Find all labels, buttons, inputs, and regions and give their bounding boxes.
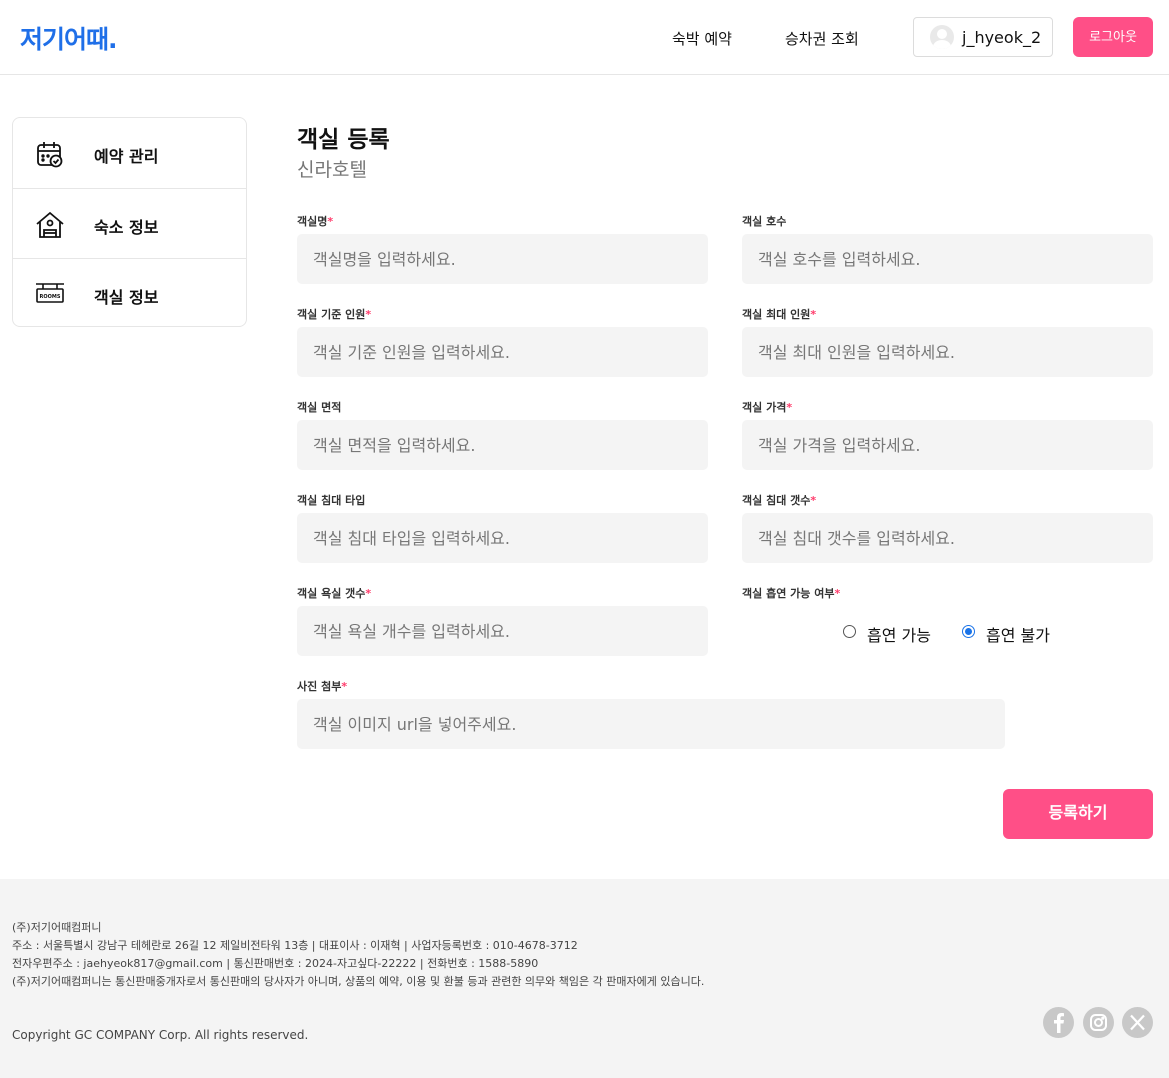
sidebar-item-lodging-info[interactable]: 숙소 정보 [13,188,246,258]
footer-address: 주소 : 서울특별시 강남구 테헤란로 26길 12 제일비전타워 13층 | … [12,939,578,952]
footer-company: (주)저기어때컴퍼니 [12,921,102,934]
register-button[interactable]: 등록하기 [1003,789,1153,839]
sidebar-item-label: 객실 정보 [94,288,159,307]
room-number-input[interactable] [742,234,1153,284]
sidebar-item-reservations[interactable]: 예약 관리 [13,118,246,188]
room-name-label: 객실명* [297,215,334,228]
room-name-input[interactable] [297,234,708,284]
smoking-label: 객실 흡연 가능 여부* [742,587,841,600]
radio-label: 흡연 가능 [867,626,931,645]
calendar-check-icon [35,139,65,169]
facebook-icon[interactable] [1043,1007,1074,1038]
radio-label: 흡연 불가 [986,626,1050,645]
user-profile-button[interactable]: j_hyeok_2 [913,17,1053,57]
hotel-name: 신라호텔 [297,159,367,181]
photo-label: 사진 첨부* [297,680,348,693]
house-icon [35,210,65,240]
username: j_hyeok_2 [962,28,1042,47]
x-icon[interactable] [1122,1007,1153,1038]
bath-count-label: 객실 욕실 갯수* [297,587,372,600]
footer-disclaimer: (주)저기어때컴퍼니는 통신판매중개자로서 통신판매의 당사자가 아니며, 상품… [12,975,705,988]
radio-button-selected[interactable] [962,625,975,638]
area-input[interactable] [297,420,708,470]
sidebar-item-room-info[interactable]: ROOMS 객실 정보 [13,258,246,328]
smoking-not-allowed-radio[interactable]: 흡연 불가 [962,622,1062,645]
instagram-icon[interactable] [1083,1007,1114,1038]
bed-type-input[interactable] [297,513,708,563]
avatar-icon [930,25,954,49]
svg-text:ROOMS: ROOMS [40,294,61,300]
base-guests-label: 객실 기준 인원* [297,308,372,321]
nav-hotel-reservation[interactable]: 숙박 예약 [672,28,732,49]
footer-contact: 전자우편주소 : jaehyeok817@gmail.com | 통신판매번호 … [12,957,539,970]
sidebar-item-label: 예약 관리 [94,147,159,166]
nav-ticket-lookup[interactable]: 승차권 조회 [785,28,859,49]
rooms-sign-icon: ROOMS [35,280,65,310]
max-guests-input[interactable] [742,327,1153,377]
bath-count-input[interactable] [297,606,708,656]
max-guests-label: 객실 최대 인원* [742,308,817,321]
sidebar-item-label: 숙소 정보 [94,218,159,237]
page-title: 객실 등록 [297,127,390,153]
bed-count-input[interactable] [742,513,1153,563]
room-number-label: 객실 호수 [742,215,787,228]
price-label: 객실 가격* [742,401,793,414]
footer: (주)저기어때컴퍼니 주소 : 서울특별시 강남구 테헤란로 26길 12 제일… [0,879,1169,1078]
footer-copyright: Copyright GC COMPANY Corp. All rights re… [12,1028,309,1042]
sidebar: 예약 관리 숙소 정보 ROOMS 객실 정보 [12,117,247,327]
area-label: 객실 면적 [297,401,342,414]
bed-type-label: 객실 침대 타입 [297,494,366,507]
photo-url-input[interactable] [297,699,1005,749]
logout-button[interactable]: 로그아웃 [1073,17,1153,57]
radio-button[interactable] [843,625,856,638]
base-guests-input[interactable] [297,327,708,377]
price-input[interactable] [742,420,1153,470]
smoking-allowed-radio[interactable]: 흡연 가능 [843,622,943,645]
top-header: 저기어때. 숙박 예약 승차권 조회 j_hyeok_2 로그아웃 [0,0,1169,75]
bed-count-label: 객실 침대 갯수* [742,494,817,507]
site-logo[interactable]: 저기어때. [20,20,117,56]
